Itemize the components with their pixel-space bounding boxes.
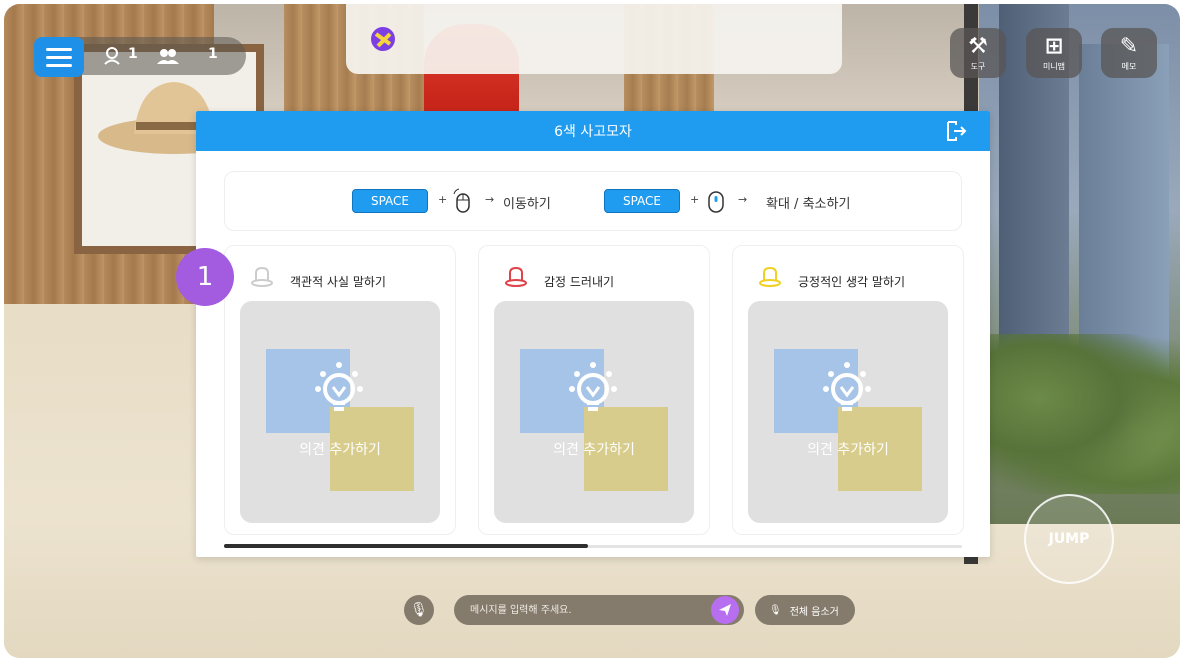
viewport: 1 1 ⚒ 도구 ⊞ 미니맵 ✎ 메모 6색 사고모자 SPACE + → 이동… [4, 4, 1180, 658]
modal-title: 6색 사고모자 [554, 124, 632, 140]
step-number-badge: 1 [176, 248, 234, 306]
mic-muted-icon: 🎙 [410, 602, 428, 618]
card-title: 객관적 사실 말하기 [290, 275, 386, 289]
add-opinion-area[interactable]: 의견 추가하기 [494, 301, 694, 523]
group-icon [157, 49, 179, 64]
space-key-badge: SPACE [352, 189, 428, 213]
lightbulb-icon [569, 362, 617, 411]
space-key-badge: SPACE [604, 189, 680, 213]
minimap-icon: ⊞ [1044, 33, 1064, 59]
exit-icon[interactable] [944, 119, 968, 143]
yellow-hat-icon [759, 266, 781, 287]
six-hats-modal: 6색 사고모자 SPACE + → 이동하기 SPACE + → 확대 / 축소… [196, 111, 990, 557]
add-opinion-area[interactable]: 의견 추가하기 [748, 301, 948, 523]
menu-icon [46, 47, 72, 51]
minimap-button[interactable]: ⊞ 미니맵 [1026, 28, 1082, 78]
jump-button[interactable]: JUMP [1024, 494, 1114, 584]
mouse-scroll-icon [708, 191, 724, 213]
mouse-drag-icon [453, 188, 470, 213]
modal-header: 6색 사고모자 [196, 111, 990, 151]
lightbulb-icon [315, 362, 363, 411]
add-opinion-label: 의견 추가하기 [299, 442, 381, 458]
chat-input[interactable] [454, 595, 744, 625]
tools-button[interactable]: ⚒ 도구 [950, 28, 1006, 78]
scene-trees [979, 334, 1180, 494]
sticker-icon [371, 27, 395, 51]
send-icon [719, 604, 731, 616]
mic-muted-icon: 🎙 [769, 604, 782, 616]
send-button[interactable] [711, 596, 739, 624]
lightbulb-icon [823, 362, 871, 411]
mute-all-label: 전체 음소거 [789, 606, 839, 618]
person-icon [104, 47, 120, 65]
memo-icon: ✎ [1119, 33, 1139, 59]
memo-button[interactable]: ✎ 메모 [1101, 28, 1157, 78]
card-title: 감정 드러내기 [544, 275, 615, 289]
control-hint-bar [224, 171, 962, 231]
tools-icon: ⚒ [968, 33, 988, 59]
move-hint-text: 이동하기 [503, 197, 551, 212]
mute-all-button[interactable]: 🎙 전체 음소거 [755, 595, 855, 625]
white-hat-icon [251, 266, 273, 287]
red-hat-icon [505, 266, 527, 287]
top-info-panel [346, 4, 842, 74]
card-title: 긍정적인 생각 말하기 [798, 275, 905, 289]
self-count: 1 [128, 46, 138, 62]
mic-toggle-button[interactable]: 🎙 [404, 595, 434, 625]
scrollbar-thumb[interactable] [224, 544, 588, 548]
add-opinion-label: 의견 추가하기 [807, 442, 889, 458]
participants-count: 1 [208, 46, 218, 62]
add-opinion-label: 의견 추가하기 [553, 442, 635, 458]
zoom-hint-text: 확대 / 축소하기 [766, 197, 851, 212]
add-opinion-area[interactable]: 의견 추가하기 [240, 301, 440, 523]
menu-button[interactable] [34, 37, 84, 77]
